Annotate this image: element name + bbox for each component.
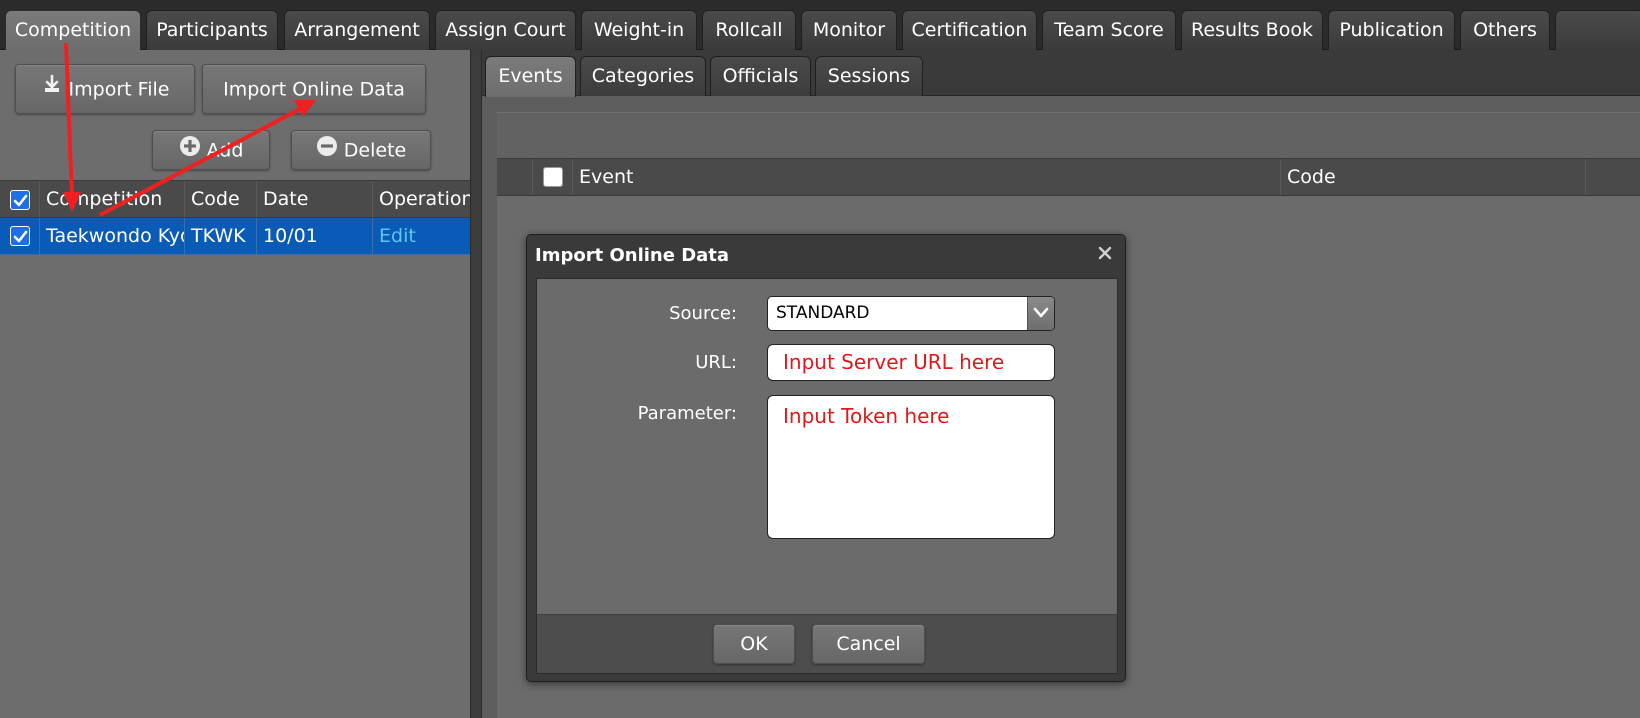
import-online-data-label: Import Online Data	[223, 78, 405, 101]
date-cell: 10/01	[257, 218, 373, 254]
competition-grid-header: Competition Code Date Operation	[0, 180, 470, 218]
url-field[interactable]: Input Server URL here	[767, 344, 1055, 381]
ok-button[interactable]: OK	[713, 624, 795, 664]
column-header-event-code[interactable]: Code	[1281, 159, 1586, 195]
row-number-header	[497, 159, 533, 195]
tab-categories[interactable]: Categories	[580, 56, 706, 96]
import-file-button[interactable]: Import File	[15, 64, 195, 114]
row-checkbox[interactable]	[10, 226, 30, 246]
select-all-checkbox[interactable]	[10, 190, 30, 210]
parameter-label: Parameter:	[637, 403, 737, 424]
delete-button[interactable]: Delete	[291, 130, 431, 170]
select-all-cell	[0, 181, 40, 217]
table-row[interactable]: Taekwondo Kyorugi TKWK 10/01 Edit	[0, 218, 470, 255]
events-grid-header: Event Code	[497, 158, 1640, 196]
source-select-value: STANDARD	[776, 303, 870, 323]
tab-monitor[interactable]: Monitor	[801, 10, 897, 50]
tab-team-score[interactable]: Team Score	[1042, 10, 1176, 50]
panel-splitter[interactable]	[470, 50, 482, 718]
tab-results-book[interactable]: Results Book	[1181, 10, 1323, 50]
import-online-data-button[interactable]: Import Online Data	[202, 64, 426, 114]
minus-circle-icon	[316, 132, 338, 170]
tab-officials[interactable]: Officials	[710, 56, 811, 96]
tab-publication[interactable]: Publication	[1328, 10, 1455, 50]
tab-weight-in[interactable]: Weight-in	[581, 10, 697, 50]
tab-participants[interactable]: Participants	[146, 10, 278, 50]
column-header-operation[interactable]: Operation	[373, 181, 470, 217]
main-tab-bar: Competition Participants Arrangement Ass…	[0, 0, 1640, 51]
tab-assign-court[interactable]: Assign Court	[435, 10, 576, 50]
competition-panel: Import File Import Online Data Add Delet…	[0, 50, 470, 718]
column-header-event[interactable]: Event	[573, 159, 1281, 195]
row-select-cell	[0, 218, 40, 254]
import-file-label: Import File	[68, 78, 170, 101]
import-file-icon	[41, 66, 63, 114]
tab-overflow[interactable]	[1555, 10, 1640, 50]
source-select[interactable]: STANDARD	[767, 296, 1055, 331]
edit-link[interactable]: Edit	[373, 218, 470, 254]
code-cell: TKWK	[185, 218, 257, 254]
events-select-all-cell	[533, 159, 573, 195]
column-header-date[interactable]: Date	[257, 181, 373, 217]
tab-events[interactable]: Events	[485, 56, 576, 97]
delete-label: Delete	[343, 139, 407, 162]
parameter-field[interactable]: Input Token here	[767, 395, 1055, 539]
source-label: Source:	[669, 303, 737, 324]
competition-cell: Taekwondo Kyorugi	[40, 218, 185, 254]
dialog-footer: OK Cancel	[536, 614, 1118, 674]
tab-sessions[interactable]: Sessions	[815, 56, 923, 96]
tab-rollcall[interactable]: Rollcall	[702, 10, 796, 50]
events-select-all-checkbox[interactable]	[543, 167, 563, 187]
dialog-title: Import Online Data	[535, 245, 730, 266]
tab-certification[interactable]: Certification	[902, 10, 1037, 50]
url-label: URL:	[695, 352, 737, 373]
plus-circle-icon	[179, 132, 201, 170]
add-label: Add	[206, 139, 244, 162]
events-toolbar	[497, 112, 1640, 158]
detail-tab-bar: Events Categories Officials Sessions	[482, 50, 1640, 97]
tab-arrangement[interactable]: Arrangement	[284, 10, 430, 50]
cancel-button[interactable]: Cancel	[812, 624, 925, 664]
tab-others[interactable]: Others	[1460, 10, 1550, 50]
dialog-form: Source: STANDARD URL: Input Server URL h…	[536, 278, 1118, 614]
import-online-data-dialog: Import Online Data Source: STANDARD URL:…	[526, 234, 1126, 682]
close-icon[interactable]	[1097, 245, 1113, 261]
column-header-code[interactable]: Code	[185, 181, 257, 217]
chevron-down-icon[interactable]	[1027, 297, 1054, 330]
column-header-competition[interactable]: Competition	[40, 181, 185, 217]
add-button[interactable]: Add	[152, 130, 270, 170]
tab-competition[interactable]: Competition	[5, 10, 141, 51]
